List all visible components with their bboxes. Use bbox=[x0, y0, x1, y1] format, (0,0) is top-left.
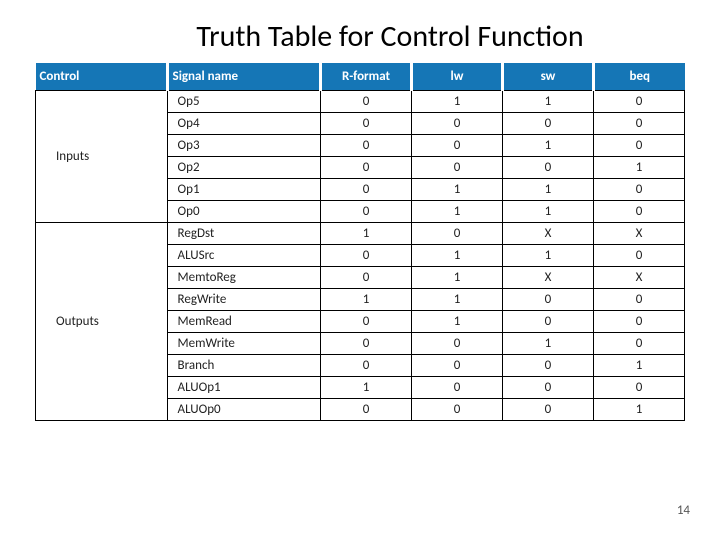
value-cell: 1 bbox=[593, 355, 684, 377]
value-cell: 0 bbox=[502, 377, 593, 399]
value-cell: 0 bbox=[502, 399, 593, 421]
value-cell: 0 bbox=[593, 201, 684, 223]
value-cell: 1 bbox=[412, 311, 503, 333]
value-cell: 0 bbox=[412, 355, 503, 377]
col-beq: beq bbox=[593, 63, 684, 91]
value-cell: 0 bbox=[321, 157, 412, 179]
value-cell: X bbox=[593, 223, 684, 245]
value-cell: 0 bbox=[502, 289, 593, 311]
value-cell: 0 bbox=[593, 179, 684, 201]
signal-name: MemRead bbox=[167, 311, 320, 333]
value-cell: 0 bbox=[321, 333, 412, 355]
col-lw: lw bbox=[412, 63, 503, 91]
category-cell: Outputs bbox=[36, 223, 168, 421]
value-cell: 0 bbox=[502, 311, 593, 333]
col-rformat: R-format bbox=[321, 63, 412, 91]
value-cell: X bbox=[502, 267, 593, 289]
value-cell: 0 bbox=[593, 289, 684, 311]
value-cell: 1 bbox=[412, 201, 503, 223]
value-cell: 0 bbox=[412, 113, 503, 135]
value-cell: 1 bbox=[321, 223, 412, 245]
signal-name: Op2 bbox=[167, 157, 320, 179]
signal-name: ALUOp0 bbox=[167, 399, 320, 421]
value-cell: 0 bbox=[412, 333, 503, 355]
table-row: InputsOp50110 bbox=[36, 91, 685, 113]
signal-name: ALUSrc bbox=[167, 245, 320, 267]
value-cell: 0 bbox=[593, 91, 684, 113]
signal-name: Branch bbox=[167, 355, 320, 377]
value-cell: 1 bbox=[502, 179, 593, 201]
value-cell: 1 bbox=[412, 267, 503, 289]
col-signal: Signal name bbox=[167, 63, 320, 91]
value-cell: 0 bbox=[593, 333, 684, 355]
value-cell: 1 bbox=[321, 377, 412, 399]
signal-name: Op5 bbox=[167, 91, 320, 113]
signal-name: MemtoReg bbox=[167, 267, 320, 289]
signal-name: Op1 bbox=[167, 179, 320, 201]
value-cell: 0 bbox=[412, 223, 503, 245]
value-cell: 0 bbox=[593, 245, 684, 267]
value-cell: 1 bbox=[593, 157, 684, 179]
value-cell: 0 bbox=[321, 179, 412, 201]
value-cell: X bbox=[502, 223, 593, 245]
slide-title: Truth Table for Control Function bbox=[80, 18, 700, 55]
value-cell: 0 bbox=[502, 355, 593, 377]
value-cell: 0 bbox=[412, 135, 503, 157]
value-cell: 1 bbox=[502, 91, 593, 113]
signal-name: ALUOp1 bbox=[167, 377, 320, 399]
page-number: 14 bbox=[677, 503, 690, 518]
value-cell: 1 bbox=[412, 289, 503, 311]
value-cell: 1 bbox=[412, 179, 503, 201]
value-cell: 0 bbox=[321, 399, 412, 421]
slide: Truth Table for Control Function Control… bbox=[0, 0, 720, 421]
col-sw: sw bbox=[502, 63, 593, 91]
value-cell: 0 bbox=[502, 113, 593, 135]
value-cell: 0 bbox=[321, 91, 412, 113]
value-cell: 1 bbox=[502, 135, 593, 157]
col-control: Control bbox=[36, 63, 168, 91]
signal-name: Op4 bbox=[167, 113, 320, 135]
value-cell: 0 bbox=[412, 377, 503, 399]
value-cell: 0 bbox=[412, 399, 503, 421]
value-cell: 0 bbox=[321, 355, 412, 377]
signal-name: MemWrite bbox=[167, 333, 320, 355]
signal-name: RegWrite bbox=[167, 289, 320, 311]
table-header-row: Control Signal name R-format lw sw beq bbox=[36, 63, 685, 91]
value-cell: 0 bbox=[593, 135, 684, 157]
table-row: OutputsRegDst10XX bbox=[36, 223, 685, 245]
value-cell: 0 bbox=[593, 377, 684, 399]
value-cell: 1 bbox=[412, 91, 503, 113]
value-cell: 0 bbox=[593, 113, 684, 135]
value-cell: 1 bbox=[321, 289, 412, 311]
truth-table: Control Signal name R-format lw sw beq I… bbox=[35, 63, 685, 421]
value-cell: 0 bbox=[502, 157, 593, 179]
value-cell: 0 bbox=[593, 311, 684, 333]
value-cell: 0 bbox=[321, 245, 412, 267]
signal-name: Op0 bbox=[167, 201, 320, 223]
signal-name: RegDst bbox=[167, 223, 320, 245]
value-cell: 1 bbox=[502, 245, 593, 267]
value-cell: X bbox=[593, 267, 684, 289]
value-cell: 1 bbox=[502, 201, 593, 223]
value-cell: 1 bbox=[593, 399, 684, 421]
value-cell: 0 bbox=[321, 113, 412, 135]
value-cell: 0 bbox=[321, 201, 412, 223]
value-cell: 0 bbox=[321, 135, 412, 157]
category-cell: Inputs bbox=[36, 91, 168, 223]
value-cell: 1 bbox=[502, 333, 593, 355]
value-cell: 0 bbox=[412, 157, 503, 179]
signal-name: Op3 bbox=[167, 135, 320, 157]
value-cell: 1 bbox=[412, 245, 503, 267]
value-cell: 0 bbox=[321, 267, 412, 289]
value-cell: 0 bbox=[321, 311, 412, 333]
